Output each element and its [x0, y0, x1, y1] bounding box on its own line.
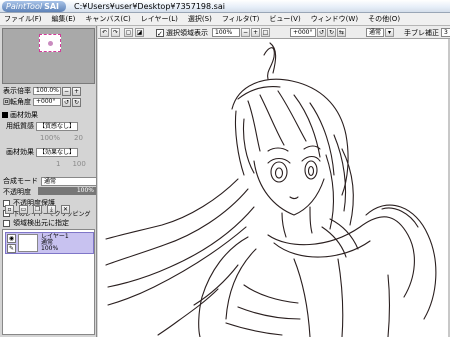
opacity-slider[interactable]: 100%	[38, 187, 96, 195]
blend-dropdown-icon[interactable]: ▾	[385, 28, 394, 37]
zoom-control: 100% − + □	[212, 28, 270, 37]
selection-source-checkbox[interactable]	[3, 219, 10, 227]
paper-select[interactable]: 【質感なし】	[36, 121, 79, 131]
zoom-row: 表示倍率 100.0% − +	[3, 86, 81, 96]
selection-source-row[interactable]: 領域検出元に指定	[3, 218, 69, 228]
merge-down-icon[interactable]: ⤓	[47, 205, 56, 214]
rotate-ccw-icon[interactable]: ↺	[317, 28, 326, 37]
layer-thumbnail	[18, 234, 38, 252]
redo-icon[interactable]: ↷	[111, 28, 120, 37]
toolbar-blend-select[interactable]: 通常	[366, 28, 384, 37]
blend-mode-select[interactable]: 通常	[41, 176, 97, 186]
visibility-eye-icon[interactable]: ◉	[7, 234, 16, 243]
menu-filter[interactable]: フィルタ(T)	[222, 14, 260, 24]
opacity-row: 不透明度 100%	[3, 187, 96, 196]
toolbar-rotation-field[interactable]: +000°	[290, 28, 316, 37]
layer-info: レイヤー1 通常 100%	[41, 234, 69, 252]
window-title: C:¥Users¥user¥Desktop¥7357198.sai	[74, 2, 225, 11]
app-logo: PaintTool SAI	[2, 1, 66, 12]
show-selection[interactable]: ✓ 選択領域表示	[156, 28, 208, 38]
rotation-row: 回転角度 +000° ↺ ↻	[3, 97, 81, 107]
menu-canvas[interactable]: キャンバス(C)	[85, 14, 130, 24]
zoom-reset-icon[interactable]: □	[261, 28, 270, 37]
zoom-label: 表示倍率	[3, 87, 31, 95]
pen-icon[interactable]: ✎	[7, 244, 16, 253]
navigator-thumbnail[interactable]	[39, 34, 61, 52]
blend-control: 通常 ▾	[366, 28, 394, 37]
deselect-icon[interactable]: ▢	[124, 28, 133, 37]
flip-icon[interactable]: ⇆	[337, 28, 346, 37]
menu-bar: ファイル(F) 編集(E) キャンバス(C) レイヤー(L) 選択(S) フィル…	[0, 13, 450, 26]
menu-file[interactable]: ファイル(F)	[4, 14, 42, 24]
paper-row: 用紙質感 【質感なし】	[6, 121, 79, 131]
zoom-value[interactable]: 100.0%	[33, 87, 61, 95]
zoom-in-button[interactable]: +	[72, 86, 81, 96]
texture-section-header[interactable]: 画材効果	[2, 110, 95, 119]
rotation-label: 回転角度	[3, 98, 31, 106]
effect-params: 1 100	[56, 160, 86, 168]
title-bar: PaintTool SAI C:¥Users¥user¥Desktop¥73571…	[0, 0, 450, 13]
menu-select[interactable]: 選択(S)	[188, 14, 212, 24]
toolbar-zoom-field[interactable]: 100%	[212, 28, 240, 37]
rotation-value[interactable]: +000°	[33, 98, 61, 106]
menu-view[interactable]: ビュー(V)	[269, 14, 300, 24]
layer-toggles: ◉ ✎	[7, 234, 16, 253]
zoom-out-button[interactable]: −	[62, 86, 71, 96]
effect-row: 画材効果 【効果なし】	[6, 147, 79, 157]
new-folder-icon[interactable]: ▭	[19, 205, 28, 214]
layer-opacity: 100%	[41, 245, 59, 252]
menu-other[interactable]: その他(O)	[368, 14, 400, 24]
show-selection-checkbox[interactable]: ✓	[156, 28, 164, 38]
effect-select[interactable]: 【効果なし】	[36, 147, 79, 157]
menu-layer[interactable]: レイヤー(L)	[141, 14, 178, 24]
left-panel: 表示倍率 100.0% − + 回転角度 +000° ↺ ↻ 画材効果 用紙質感…	[0, 26, 97, 337]
layer-item[interactable]: ◉ ✎ レイヤー1 通常 100%	[5, 232, 94, 254]
menu-edit[interactable]: 編集(E)	[52, 14, 76, 24]
layer-toolbar: ▫ ▭ ❐ ⤓ ✕	[4, 205, 70, 214]
navigator[interactable]	[2, 28, 95, 84]
zoom-plus-icon[interactable]: +	[251, 28, 260, 37]
rotate-right-button[interactable]: ↻	[72, 97, 81, 107]
line-art-illustration	[105, 42, 437, 337]
rotate-cw-icon[interactable]: ↻	[327, 28, 336, 37]
collapse-icon	[2, 111, 8, 118]
copy-layer-icon[interactable]: ❐	[33, 205, 42, 214]
new-layer-icon[interactable]: ▫	[5, 205, 14, 214]
stabilizer-value[interactable]: 3	[441, 28, 450, 37]
invert-selection-icon[interactable]: ◪	[135, 28, 144, 37]
delete-layer-icon[interactable]: ✕	[61, 205, 70, 214]
blend-row: 合成モード 通常	[3, 176, 97, 186]
rotation-control: +000° ↺ ↻ ⇆	[290, 28, 346, 37]
stabilizer-control: 手ブレ補正 3	[404, 28, 450, 37]
tool-buttons: ↶ ↷ ▢ ◪	[100, 28, 144, 37]
menu-window[interactable]: ウィンドウ(W)	[311, 14, 358, 24]
paper-params: 100% 20	[40, 134, 83, 142]
undo-icon[interactable]: ↶	[100, 28, 109, 37]
rotate-left-button[interactable]: ↺	[62, 97, 71, 107]
drawing-canvas[interactable]	[98, 39, 450, 337]
canvas-toolbar: ↶ ↷ ▢ ◪ ✓ 選択領域表示 100% − + □ +000° ↺ ↻ ⇆ …	[98, 26, 450, 39]
zoom-minus-icon[interactable]: −	[241, 28, 250, 37]
layer-list: ◉ ✎ レイヤー1 通常 100%	[2, 229, 95, 335]
